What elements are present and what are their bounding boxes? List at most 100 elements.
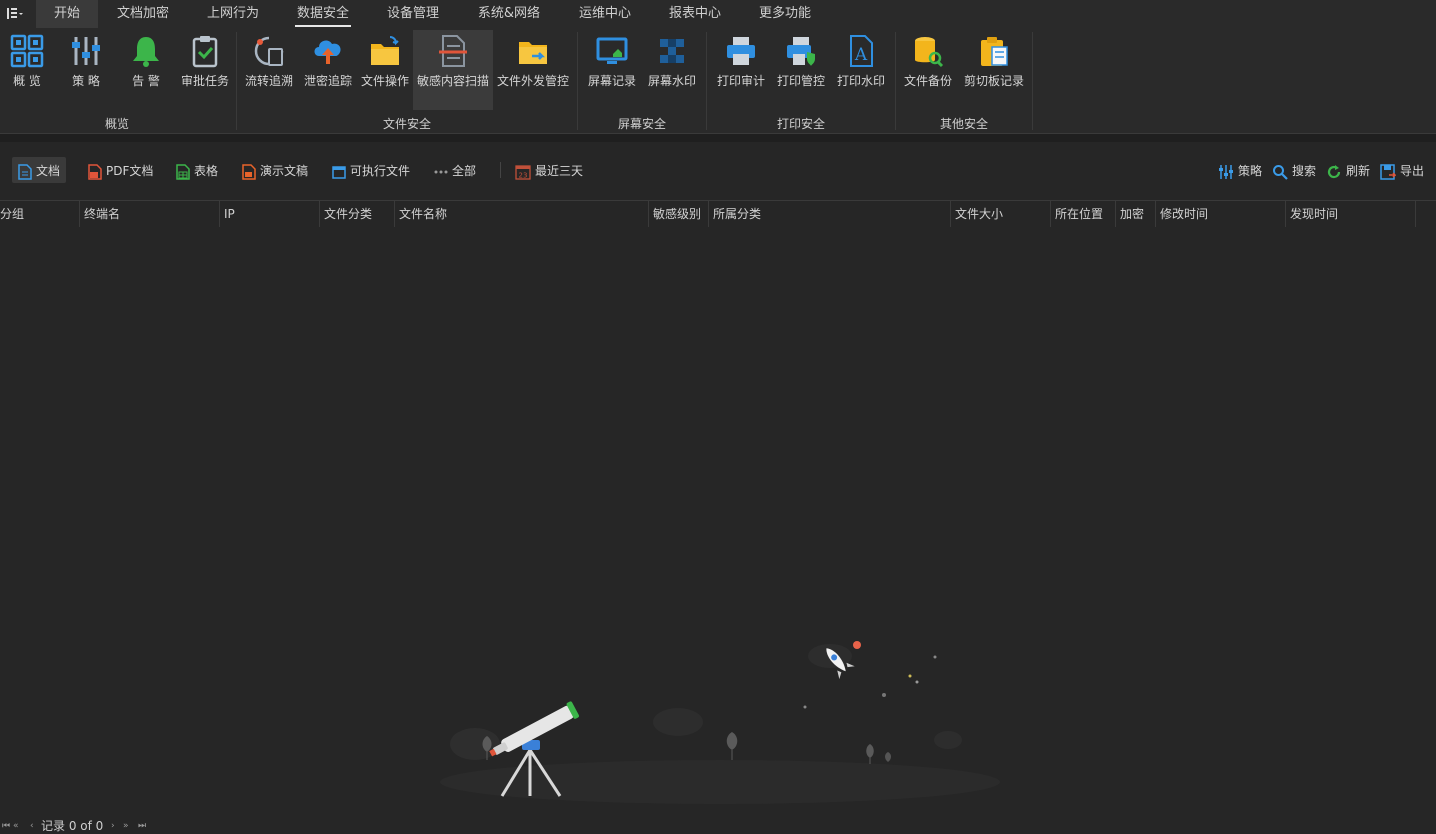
group-separator [895,32,896,130]
filter-document-button[interactable]: 文档 [12,157,67,183]
filter-toolbar: 文档 PDF文档 表格 演示文稿 可执行文件 全部 23 最近三天 策略 搜索 刷… [0,142,1436,198]
last-page-icon[interactable]: ⏭ [138,819,146,833]
group-label-overview: 概览 [104,117,129,131]
policy-button[interactable]: 策略 [1212,157,1268,183]
menu-tab-internet-behavior[interactable]: 上网行为 [198,0,268,28]
filter-executable-button[interactable]: 可执行文件 [326,157,416,183]
print-audit-icon [724,34,758,68]
filter-spreadsheet-button[interactable]: 表格 [170,157,224,183]
column-header-file-name[interactable]: 文件名称 [395,201,649,227]
menu-tab-more-features[interactable]: 更多功能 [750,0,820,28]
prev-page-group-icon[interactable]: « [13,819,19,833]
first-page-icon[interactable]: ⏮ [2,819,10,833]
ribbon-policy-button[interactable]: 策 略 [58,30,114,110]
group-separator [577,32,578,130]
ribbon-sensitive-scan-button[interactable]: 敏感内容扫描 [413,30,493,110]
ribbon-overview-button[interactable]: 概 览 [0,30,54,110]
ribbon-policy-label: 策 略 [72,74,100,88]
export-button[interactable]: 导出 [1374,157,1430,183]
export-icon [1380,163,1397,180]
date-range-label: 最近三天 [535,163,584,178]
filter-presentation-button[interactable]: 演示文稿 [236,157,314,183]
ribbon-clipboard-record-button[interactable]: 剪切板记录 [960,30,1028,110]
app-menu-icon[interactable] [4,5,26,23]
ribbon-screen-watermark-label: 屏幕水印 [647,74,696,88]
file-backup-icon [911,34,945,68]
ribbon-print-audit-button[interactable]: 打印审计 [713,30,769,110]
ribbon-alert-label: 告 警 [132,74,160,88]
column-header-terminal-name[interactable]: 终端名 [80,201,220,227]
filter-spreadsheet-label: 表格 [194,163,219,178]
ribbon-sensitive-scan-label: 敏感内容扫描 [416,74,489,88]
ribbon-alert-button[interactable]: 告 警 [118,30,174,110]
column-header-file-category[interactable]: 文件分类 [320,201,395,227]
ribbon-file-backup-button[interactable]: 文件备份 [900,30,956,110]
column-header-classification[interactable]: 所属分类 [709,201,951,227]
ribbon-leak-tracking-button[interactable]: 泄密追踪 [300,30,356,110]
column-header-ip[interactable]: IP [220,201,320,227]
search-icon [1272,163,1288,180]
menu-tab-home[interactable]: 开始 [36,0,98,28]
screen-record-icon [595,34,629,68]
column-header-modified-time[interactable]: 修改时间 [1156,201,1286,227]
group-separator [236,32,237,130]
presentation-icon [242,163,256,180]
menu-tab-system-network[interactable]: 系统&网络 [468,0,550,28]
menu-tab-report-center[interactable]: 报表中心 [660,0,730,28]
export-label: 导出 [1400,163,1425,178]
search-button[interactable]: 搜索 [1266,157,1322,183]
menu-tab-device-management[interactable]: 设备管理 [378,0,448,28]
ribbon-file-backup-label: 文件备份 [903,74,952,88]
ribbon-approval-button[interactable]: 审批任务 [176,30,234,110]
date-range-button[interactable]: 23 最近三天 [509,157,589,183]
spreadsheet-icon [176,163,190,180]
group-label-other-security: 其他安全 [939,117,988,131]
filter-all-button[interactable]: 全部 [428,157,482,183]
menu-tab-document-encryption[interactable]: 文档加密 [108,0,178,28]
column-header-group[interactable]: 分组 [0,201,80,227]
next-page-icon[interactable]: › [111,819,115,833]
pagination-bar: ⏮ « ‹ 记录 0 of 0 › » ⏭ [0,819,1436,833]
ribbon-print-watermark-button[interactable]: A 打印水印 [833,30,889,110]
next-page-group-icon[interactable]: » [123,819,129,833]
table-header: 分组 终端名 IP 文件分类 文件名称 敏感级别 所属分类 文件大小 所在位置 … [0,200,1436,228]
filter-document-label: 文档 [36,163,61,178]
column-header-encrypted[interactable]: 加密 [1116,201,1156,227]
menu-tab-ops-center[interactable]: 运维中心 [570,0,640,28]
ribbon-file-outgoing-button[interactable]: 文件外发管控 [494,30,572,110]
pdf-icon [88,163,102,180]
leak-tracking-cloud-icon [311,34,345,68]
column-header-location[interactable]: 所在位置 [1051,201,1116,227]
document-icon [18,163,32,180]
svg-text:A: A [854,45,868,65]
column-header-file-size[interactable]: 文件大小 [951,201,1051,227]
group-separator [706,32,707,130]
refresh-button[interactable]: 刷新 [1320,157,1376,183]
flow-trace-icon [252,34,286,68]
ribbon-print-control-button[interactable]: 打印管控 [773,30,829,110]
ribbon-screen-record-label: 屏幕记录 [587,74,636,88]
filter-executable-label: 可执行文件 [350,163,411,178]
ribbon-flow-trace-button[interactable]: 流转追溯 [240,30,298,110]
ribbon-file-operation-button[interactable]: 文件操作 [358,30,412,110]
file-operation-folder-icon [368,34,402,68]
column-header-sensitivity-level[interactable]: 敏感级别 [649,201,709,227]
ribbon-screen-record-button[interactable]: 屏幕记录 [584,30,640,110]
menu-bar: 开始 文档加密 上网行为 数据安全 设备管理 系统&网络 运维中心 报表中心 更… [0,0,1436,28]
ribbon-approval-label: 审批任务 [180,74,229,88]
ribbon-screen-watermark-button[interactable]: 屏幕水印 [644,30,700,110]
column-header-discovered-time[interactable]: 发现时间 [1286,201,1416,227]
policy-sliders-icon [1218,163,1234,179]
ribbon-divider [0,134,1436,142]
ribbon-print-watermark-label: 打印水印 [836,74,885,88]
prev-page-icon[interactable]: ‹ [30,819,34,833]
ribbon-clipboard-record-label: 剪切板记录 [963,74,1024,88]
svg-text:23: 23 [519,171,528,179]
ribbon-file-outgoing-label: 文件外发管控 [496,74,569,88]
filter-pdf-button[interactable]: PDF文档 [82,157,159,183]
ribbon-print-audit-label: 打印审计 [716,74,765,88]
filter-presentation-label: 演示文稿 [260,163,309,178]
menu-tab-data-security[interactable]: 数据安全 [295,0,351,28]
sensitive-scan-icon [436,34,470,68]
record-count: 记录 0 of 0 [41,819,104,833]
